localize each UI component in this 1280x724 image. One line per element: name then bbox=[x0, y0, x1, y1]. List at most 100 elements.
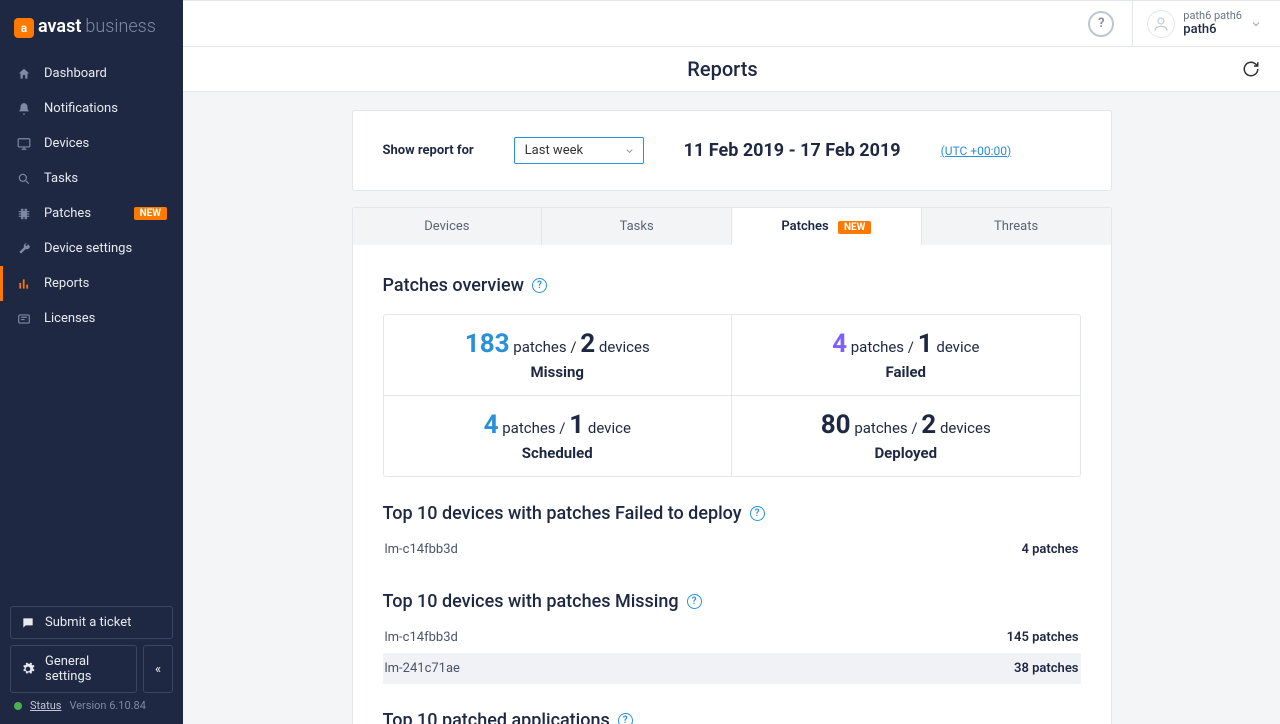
sidebar-item-dashboard[interactable]: Dashboard bbox=[0, 56, 183, 91]
tab-tasks[interactable]: Tasks bbox=[542, 208, 732, 245]
filter-card: Show report for Last week 11 Feb 2019 - … bbox=[352, 110, 1112, 191]
stat-devices: 1 bbox=[918, 329, 933, 359]
report-range-select[interactable]: Last week bbox=[514, 137, 644, 164]
main: ? path6 path6 path6 Reports Show bbox=[183, 0, 1280, 724]
general-settings-label: General settings bbox=[45, 654, 126, 684]
logo: a avast business bbox=[0, 0, 183, 56]
overview-title: Patches overview ? bbox=[383, 275, 1081, 296]
sidebar-item-device-settings[interactable]: Device settings bbox=[0, 231, 183, 266]
avatar bbox=[1147, 10, 1175, 38]
device-name: lm-241c71ae bbox=[385, 661, 460, 676]
device-name: lm-c14fbb3d bbox=[385, 630, 458, 645]
overview-deployed: 80 patches / 2 devices Deployed bbox=[732, 396, 1080, 476]
sidebar: a avast business Dashboard Notifications… bbox=[0, 0, 183, 724]
submit-ticket-button[interactable]: Submit a ticket bbox=[10, 606, 173, 639]
topbar: ? path6 path6 path6 bbox=[183, 0, 1280, 47]
info-icon[interactable]: ? bbox=[687, 594, 702, 609]
tabs: Devices Tasks Patches NEW Threats bbox=[352, 207, 1112, 245]
overview-missing: 183 patches / 2 devices Missing bbox=[384, 315, 733, 396]
stat-patches: 80 bbox=[821, 410, 851, 440]
monitor-icon bbox=[16, 137, 32, 151]
section-title-text: Top 10 patched applications bbox=[383, 710, 610, 724]
section-title-text: Patches overview bbox=[383, 275, 524, 296]
new-badge: NEW bbox=[134, 207, 167, 220]
page-header: Reports bbox=[183, 47, 1280, 92]
chevron-down-icon bbox=[624, 145, 635, 156]
refresh-button[interactable] bbox=[1242, 60, 1260, 78]
stat-patches: 4 bbox=[832, 329, 847, 359]
stat-patches: 183 bbox=[465, 329, 510, 359]
content-scroll[interactable]: Show report for Last week 11 Feb 2019 - … bbox=[183, 92, 1280, 724]
chat-icon bbox=[21, 616, 35, 630]
nav-list: Dashboard Notifications Devices Tasks Pa… bbox=[0, 56, 183, 598]
license-icon bbox=[16, 312, 32, 326]
nav-label: Patches bbox=[44, 206, 91, 221]
tab-threats[interactable]: Threats bbox=[922, 208, 1111, 245]
stat-devices: 2 bbox=[580, 329, 595, 359]
logo-business: business bbox=[85, 16, 156, 37]
refresh-icon bbox=[1242, 60, 1260, 78]
search-icon bbox=[16, 172, 32, 186]
tab-devices[interactable]: Devices bbox=[353, 208, 543, 245]
list-item[interactable]: lm-241c71ae 38 patches bbox=[383, 653, 1081, 684]
chart-icon bbox=[16, 277, 32, 291]
home-icon bbox=[16, 67, 32, 81]
logo-avast: avast bbox=[38, 16, 81, 37]
status-link[interactable]: Status bbox=[30, 699, 61, 712]
user-name-bottom: path6 bbox=[1183, 22, 1242, 38]
status-row: Status Version 6.10.84 bbox=[10, 693, 173, 716]
missing-section-title: Top 10 devices with patches Missing ? bbox=[383, 591, 1081, 612]
help-button[interactable]: ? bbox=[1088, 11, 1114, 37]
tab-patches[interactable]: Patches NEW bbox=[732, 208, 922, 245]
stat-devices: 2 bbox=[921, 410, 936, 440]
nav-label: Reports bbox=[44, 276, 89, 291]
apps-section-title: Top 10 patched applications ? bbox=[383, 710, 1081, 724]
overview-failed: 4 patches / 1 device Failed bbox=[732, 315, 1080, 396]
patch-count: 4 patches bbox=[1021, 542, 1078, 557]
select-value: Last week bbox=[525, 143, 583, 158]
status-dot-icon bbox=[14, 702, 22, 710]
stat-noun: patches bbox=[502, 419, 555, 437]
tab-label: Threats bbox=[994, 219, 1038, 234]
gear-icon bbox=[21, 662, 35, 676]
bell-icon bbox=[16, 102, 32, 116]
stat-noun: patches bbox=[854, 419, 907, 437]
nav-label: Licenses bbox=[44, 311, 95, 326]
sidebar-item-notifications[interactable]: Notifications bbox=[0, 91, 183, 126]
sidebar-item-tasks[interactable]: Tasks bbox=[0, 161, 183, 196]
stat-noun: device bbox=[588, 419, 631, 437]
info-icon[interactable]: ? bbox=[532, 278, 547, 293]
patch-count: 38 patches bbox=[1014, 661, 1078, 676]
stat-devices: 1 bbox=[569, 410, 584, 440]
overview-scheduled: 4 patches / 1 device Scheduled bbox=[384, 396, 733, 476]
list-item[interactable]: lm-c14fbb3d 145 patches bbox=[383, 622, 1081, 653]
list-item[interactable]: lm-c14fbb3d 4 patches bbox=[383, 534, 1081, 565]
help-icon: ? bbox=[1098, 16, 1104, 31]
nav-label: Notifications bbox=[44, 101, 118, 116]
nav-label: Device settings bbox=[44, 241, 132, 256]
user-menu[interactable]: path6 path6 path6 bbox=[1132, 1, 1262, 46]
sidebar-item-patches[interactable]: Patches NEW bbox=[0, 196, 183, 231]
submit-ticket-label: Submit a ticket bbox=[45, 615, 131, 630]
stat-noun: devices bbox=[940, 419, 991, 437]
stat-noun: devices bbox=[599, 338, 650, 356]
sidebar-item-licenses[interactable]: Licenses bbox=[0, 301, 183, 336]
device-name: lm-c14fbb3d bbox=[385, 542, 458, 557]
nav-label: Dashboard bbox=[44, 66, 107, 81]
general-settings-button[interactable]: General settings bbox=[10, 645, 137, 693]
timezone-link[interactable]: (UTC +00:00) bbox=[941, 144, 1012, 158]
stat-noun: patches bbox=[851, 338, 904, 356]
patches-panel: Patches overview ? 183 patches / 2 devic… bbox=[352, 245, 1112, 724]
logo-mark-icon: a bbox=[14, 18, 34, 38]
date-range: 11 Feb 2019 - 17 Feb 2019 bbox=[684, 140, 901, 161]
collapse-sidebar-button[interactable]: « bbox=[143, 645, 173, 693]
wrench-icon bbox=[16, 242, 32, 256]
stat-noun: device bbox=[936, 338, 979, 356]
info-icon[interactable]: ? bbox=[750, 506, 765, 521]
sidebar-item-devices[interactable]: Devices bbox=[0, 126, 183, 161]
sidebar-item-reports[interactable]: Reports bbox=[0, 266, 183, 301]
version-label: Version 6.10.84 bbox=[69, 699, 145, 712]
new-badge: NEW bbox=[838, 221, 871, 234]
info-icon[interactable]: ? bbox=[618, 713, 633, 724]
page-title: Reports bbox=[203, 57, 1242, 81]
